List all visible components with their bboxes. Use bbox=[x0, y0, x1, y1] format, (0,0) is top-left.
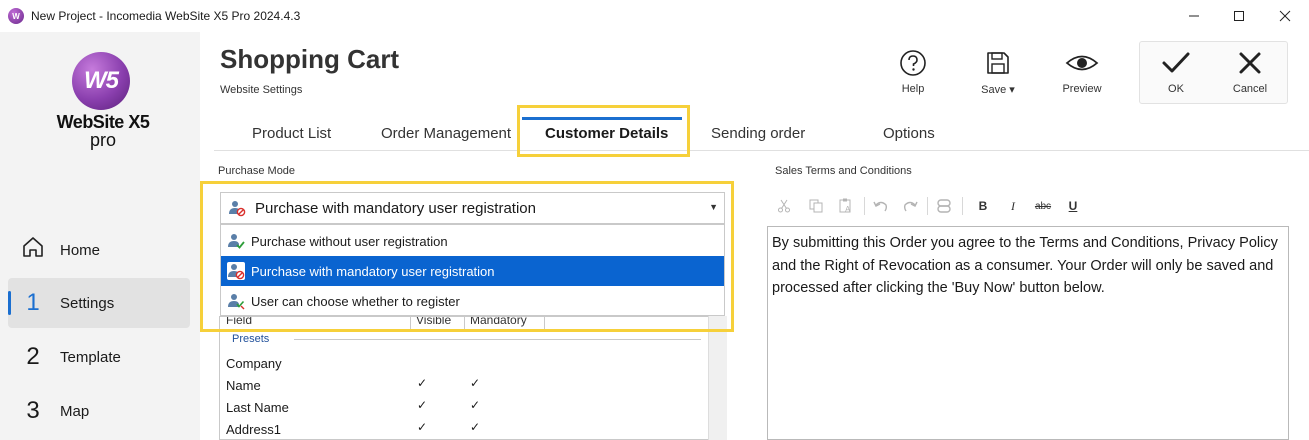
svg-text:A: A bbox=[845, 205, 851, 214]
link-icon[interactable] bbox=[932, 193, 956, 219]
eye-icon bbox=[1052, 48, 1112, 78]
group-label-presets: Presets bbox=[232, 333, 270, 345]
active-indicator bbox=[8, 291, 11, 315]
window-title: New Project - Incomedia WebSite X5 Pro 2… bbox=[31, 9, 301, 23]
left-pane: W5 WebSite X5 pro Home 1 Settings 2 Temp… bbox=[0, 32, 200, 440]
underline-button[interactable]: U bbox=[1061, 193, 1085, 219]
visible-check-icon[interactable]: ✓ bbox=[417, 398, 427, 412]
preview-button[interactable]: Preview bbox=[1052, 48, 1112, 95]
home-icon bbox=[8, 234, 58, 267]
field-name: Address1 bbox=[226, 422, 281, 437]
tab-product-list[interactable]: Product List bbox=[252, 125, 331, 142]
sidebar-item-map[interactable]: 3 Map bbox=[8, 386, 190, 436]
logo-edition: pro bbox=[89, 130, 116, 150]
checkmark-icon bbox=[1146, 48, 1206, 78]
customer-fields-table: Field Visible Mandatory Presets Company … bbox=[219, 316, 727, 440]
sidebar-item-label: Map bbox=[60, 402, 90, 420]
italic-button[interactable]: I bbox=[1001, 193, 1025, 219]
redo-icon[interactable] bbox=[898, 193, 922, 219]
page-subtitle: Website Settings bbox=[220, 84, 303, 96]
field-name: Company bbox=[226, 356, 282, 371]
cut-icon[interactable] bbox=[772, 193, 796, 219]
mandatory-check-icon[interactable]: ✓ bbox=[470, 398, 480, 412]
table-row[interactable]: Last Name ✓ ✓ bbox=[220, 396, 726, 418]
save-icon bbox=[968, 48, 1028, 78]
paste-icon[interactable]: A bbox=[834, 193, 858, 219]
field-name: Last Name bbox=[226, 400, 289, 415]
sidebar-item-home[interactable]: Home bbox=[8, 225, 190, 275]
cancel-button[interactable]: Cancel bbox=[1220, 48, 1280, 95]
sidebar-item-label: Home bbox=[60, 241, 101, 259]
sidebar-item-label: Template bbox=[60, 348, 121, 366]
sidebar-item-number: 3 bbox=[26, 397, 40, 424]
minimize-icon[interactable] bbox=[1171, 0, 1217, 32]
save-label: Save ▾ bbox=[981, 84, 1015, 96]
highlight-box-tab bbox=[517, 105, 690, 157]
title-bar: W New Project - Incomedia WebSite X5 Pro… bbox=[0, 0, 1309, 32]
purchase-mode-label: Purchase Mode bbox=[218, 165, 296, 177]
mandatory-check-icon[interactable]: ✓ bbox=[470, 420, 480, 434]
close-icon[interactable] bbox=[1262, 0, 1308, 32]
editor-toolbar: A B I abc U bbox=[772, 193, 1292, 219]
tab-sending-order[interactable]: Sending order bbox=[711, 125, 805, 142]
mandatory-check-icon[interactable]: ✓ bbox=[470, 376, 480, 390]
table-scrollbar[interactable] bbox=[708, 316, 727, 440]
visible-check-icon[interactable]: ✓ bbox=[417, 420, 427, 434]
sidebar-item-template[interactable]: 2 Template bbox=[8, 332, 190, 382]
sidebar-item-settings[interactable]: 1 Settings bbox=[8, 278, 190, 328]
table-row[interactable]: Address1 ✓ ✓ bbox=[220, 418, 726, 439]
logo-mark: W5 bbox=[72, 52, 130, 110]
strikethrough-button[interactable]: abc bbox=[1031, 193, 1055, 219]
undo-icon[interactable] bbox=[869, 193, 893, 219]
help-icon bbox=[883, 48, 943, 78]
highlight-box-purchase-mode bbox=[200, 181, 734, 332]
sidebar-item-number: 2 bbox=[26, 343, 40, 370]
field-name: Name bbox=[226, 378, 261, 393]
table-row[interactable]: Name ✓ ✓ bbox=[220, 374, 726, 396]
tab-bar: Product List Order Management Customer D… bbox=[214, 117, 1309, 151]
table-row[interactable]: Company bbox=[220, 352, 726, 374]
ok-label: OK bbox=[1168, 83, 1184, 95]
sales-terms-editor[interactable]: By submitting this Order you agree to th… bbox=[767, 226, 1289, 440]
group-divider bbox=[294, 339, 701, 340]
help-label: Help bbox=[901, 83, 925, 95]
tab-order-management[interactable]: Order Management bbox=[381, 125, 511, 142]
cancel-label: Cancel bbox=[1232, 83, 1268, 95]
bold-button[interactable]: B bbox=[971, 193, 995, 219]
maximize-icon[interactable] bbox=[1216, 0, 1262, 32]
cancel-x-icon bbox=[1220, 48, 1280, 78]
sidebar-item-label: Settings bbox=[60, 294, 115, 312]
save-button[interactable]: Save ▾ bbox=[968, 48, 1028, 96]
sales-terms-label: Sales Terms and Conditions bbox=[775, 165, 912, 177]
tab-options[interactable]: Options bbox=[883, 125, 935, 142]
preview-label: Preview bbox=[1062, 83, 1102, 95]
sidebar-item-number: 1 bbox=[26, 289, 40, 316]
help-button[interactable]: Help bbox=[883, 48, 943, 95]
copy-icon[interactable] bbox=[804, 193, 828, 219]
visible-check-icon[interactable]: ✓ bbox=[417, 376, 427, 390]
app-icon: W bbox=[8, 8, 24, 24]
page-title: Shopping Cart bbox=[220, 44, 400, 74]
ok-button[interactable]: OK bbox=[1146, 48, 1206, 95]
